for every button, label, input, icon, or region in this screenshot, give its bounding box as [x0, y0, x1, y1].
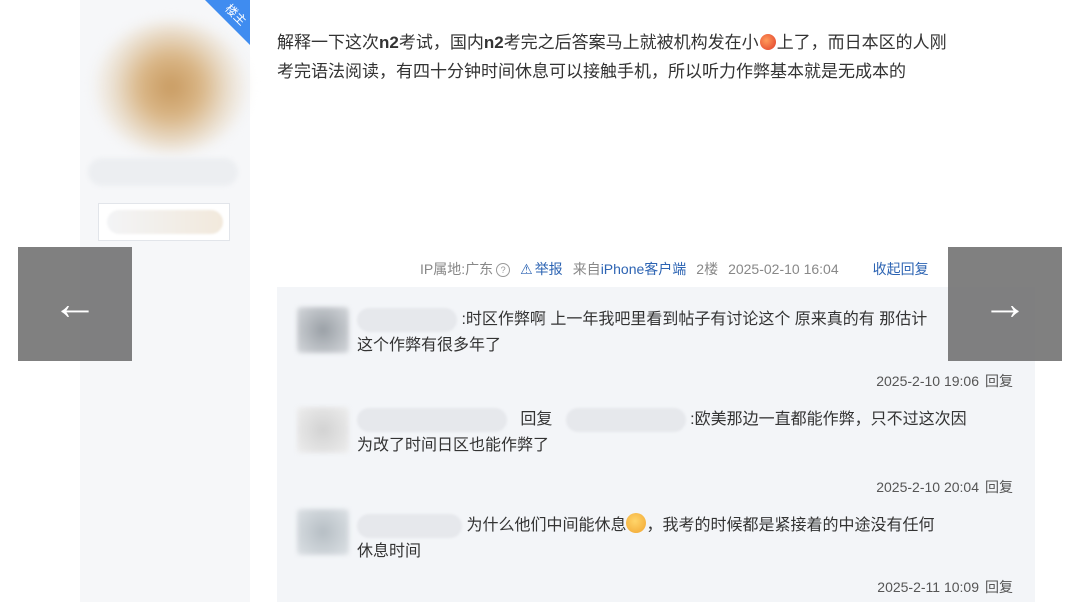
- floor-number: 2楼: [696, 261, 719, 277]
- reply-meta: 2025-2-10 19:06 回复: [876, 373, 1013, 389]
- op-badge: 楼主: [205, 0, 250, 45]
- post-meta-bar: IP属地:广东? ⚠ 举报 来自iPhone客户端 2楼 2025-02-10 1…: [420, 257, 929, 281]
- post-time: 2025-02-10 16:04: [728, 261, 839, 277]
- client-link[interactable]: iPhone客户端: [601, 261, 687, 277]
- chili-emoji-icon: [759, 34, 776, 50]
- reply-target-username[interactable]: [565, 407, 686, 432]
- help-icon[interactable]: ?: [496, 263, 511, 277]
- reply-text: 为什么他们中间能休息 ，我考的时候都是紧接着的中途没有任何 休息时间: [357, 513, 1017, 565]
- client-source: 来自iPhone客户端: [572, 261, 687, 277]
- reply-button[interactable]: 回复: [985, 373, 1013, 389]
- reply-button[interactable]: 回复: [985, 479, 1013, 495]
- reply-avatar[interactable]: [297, 307, 349, 353]
- author-level-badge[interactable]: [98, 203, 230, 241]
- reply-avatar[interactable]: [297, 509, 349, 555]
- report-button[interactable]: ⚠ 举报: [520, 259, 563, 279]
- reply-username[interactable]: [357, 407, 507, 432]
- reply-meta: 2025-2-11 10:09 回复: [877, 579, 1013, 595]
- reply-username[interactable]: [357, 513, 462, 538]
- reply-username[interactable]: [357, 307, 457, 332]
- reply-text: 回复 :欧美那边一直都能作弊，只不过这次因 为改了时间日区也能作弊了: [357, 407, 1017, 459]
- reply-meta: 2025-2-10 20:04 回复: [876, 479, 1013, 495]
- author-name[interactable]: [88, 158, 238, 186]
- reply-text: :时区作弊啊 上一年我吧里看到帖子有讨论这个 原来真的有 那估计 这个作弊有很多…: [357, 307, 1017, 359]
- reply-avatar[interactable]: [297, 407, 349, 453]
- reply-list: :时区作弊啊 上一年我吧里看到帖子有讨论这个 原来真的有 那估计 这个作弊有很多…: [277, 287, 1035, 602]
- prev-arrow-icon[interactable]: ←: [18, 247, 132, 361]
- collapse-replies-button[interactable]: 收起回复: [873, 259, 929, 279]
- ip-location: IP属地:广东?: [420, 259, 511, 279]
- next-arrow-icon[interactable]: →: [948, 247, 1062, 361]
- post-content: 解释一下这次n2考试，国内n2考完之后答案马上就被机构发在小 上了，而日本区的人刚…: [277, 33, 947, 81]
- sweat-face-emoji-icon: [626, 513, 647, 533]
- reply-button[interactable]: 回复: [985, 579, 1013, 595]
- warning-icon: ⚠: [520, 261, 533, 277]
